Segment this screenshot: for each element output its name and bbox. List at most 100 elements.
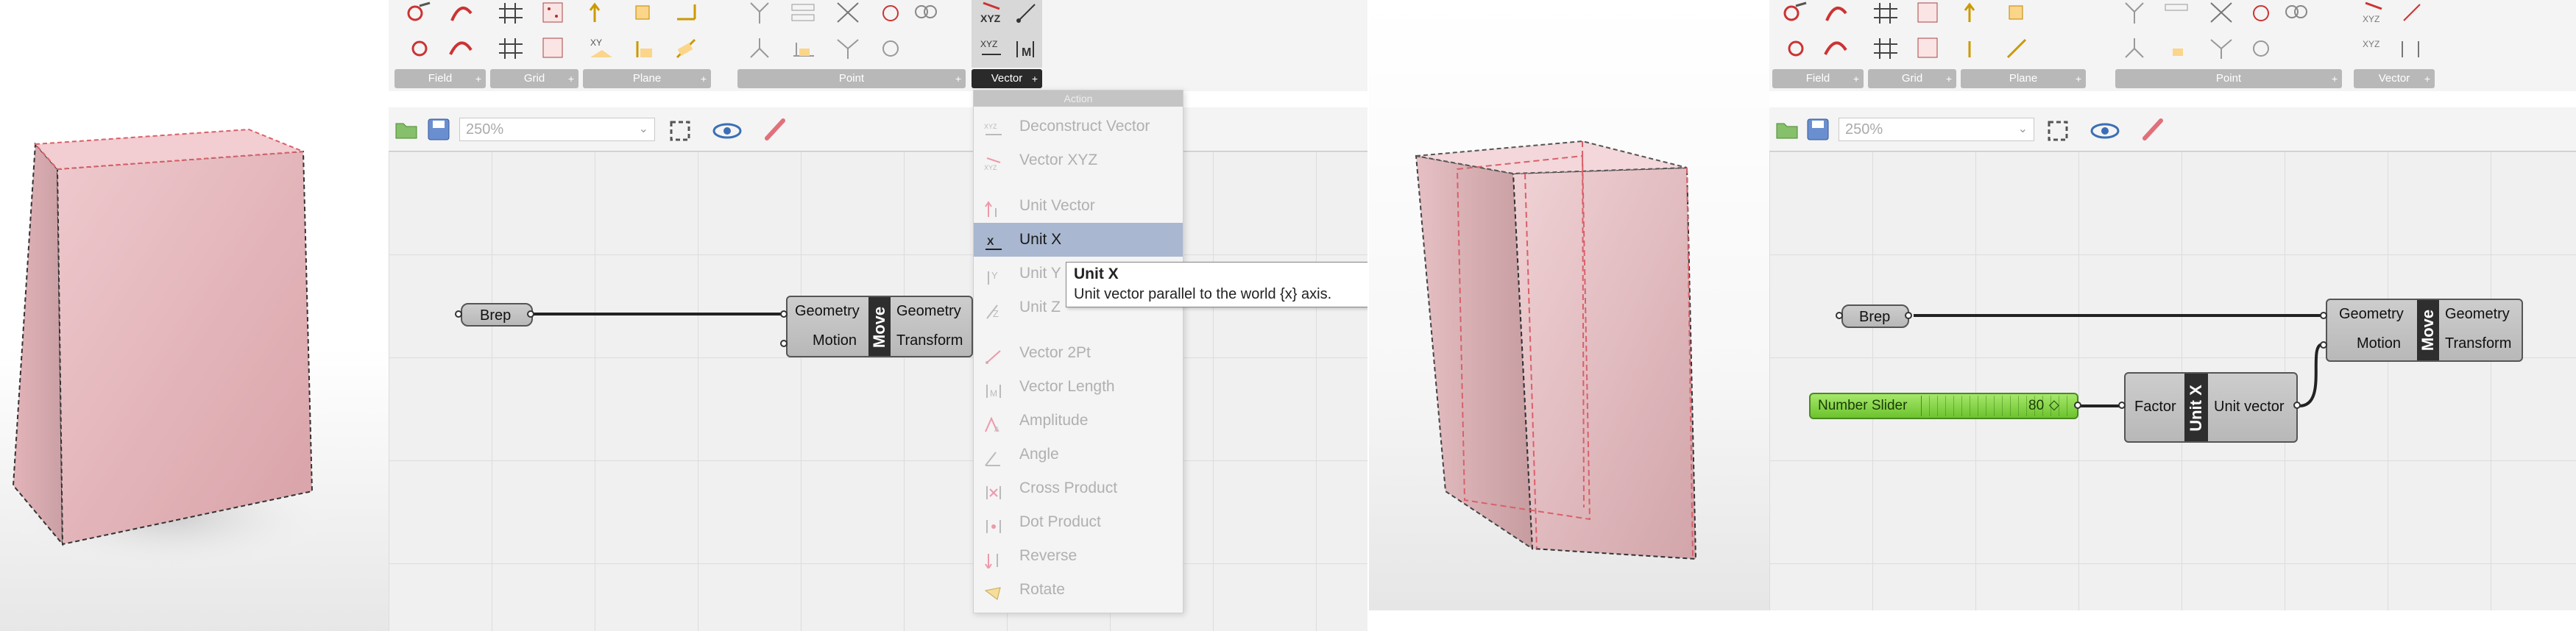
- point-cloud-icon[interactable]: [2207, 0, 2236, 25]
- plane-origin-icon[interactable]: [630, 0, 659, 25]
- point-list-icon[interactable]: [2162, 0, 2192, 25]
- tab-vector[interactable]: Vector +: [972, 69, 1042, 88]
- unit-x-factor-port[interactable]: [2118, 402, 2126, 409]
- point-group-icon[interactable]: [2120, 35, 2149, 60]
- unit-x-node[interactable]: Factor Unit X Unit vector: [2124, 372, 2298, 443]
- brep-output-port[interactable]: [1905, 312, 1912, 319]
- tab-point[interactable]: Point +: [2115, 69, 2342, 88]
- point-cloud-icon[interactable]: [833, 0, 863, 25]
- vector-xyz-icon[interactable]: XYZ: [2360, 0, 2389, 25]
- point-cull-icon[interactable]: [911, 0, 941, 25]
- point-polar-icon[interactable]: [2162, 35, 2192, 60]
- field-point-icon[interactable]: [1781, 35, 1811, 60]
- field-spin-icon[interactable]: [1821, 35, 1850, 60]
- brep-input-port[interactable]: [455, 310, 462, 318]
- preview-eye-icon[interactable]: [712, 118, 746, 144]
- tab-field[interactable]: Field +: [394, 69, 486, 88]
- grid-hex-icon[interactable]: [1872, 35, 1902, 60]
- slider-grip-icon[interactable]: ◇: [2049, 397, 2059, 413]
- slider-output-port[interactable]: [2074, 402, 2081, 409]
- field-line-icon[interactable]: [1821, 0, 1850, 25]
- vector-deconstruct-icon[interactable]: XYZ: [977, 35, 1007, 60]
- menu-item-vector-length[interactable]: M Vector Length: [974, 370, 1183, 404]
- left-canvas[interactable]: Brep Geometry Motion Move Geometry Trans…: [389, 151, 1367, 631]
- tab-vector[interactable]: Vector +: [2354, 69, 2435, 88]
- sketch-pen-icon[interactable]: [2140, 116, 2167, 143]
- plane-normal-icon[interactable]: [1962, 35, 1992, 60]
- move-motion-input-port[interactable]: [2320, 341, 2327, 349]
- menu-item-deconstruct-vector[interactable]: XYZ Deconstruct Vector: [974, 110, 1183, 143]
- tab-plane[interactable]: Plane +: [1961, 69, 2086, 88]
- plane-origin-icon[interactable]: [2003, 0, 2033, 25]
- tab-plane[interactable]: Plane +: [583, 69, 711, 88]
- tab-grid[interactable]: Grid +: [490, 69, 578, 88]
- open-file-icon[interactable]: [393, 116, 420, 143]
- grid-populate-icon[interactable]: [1914, 0, 1943, 25]
- point-closest-icon[interactable]: [2207, 35, 2236, 60]
- grid-hex-icon[interactable]: [498, 35, 527, 60]
- point-closest-icon[interactable]: [833, 35, 863, 60]
- plane-offset-icon[interactable]: [2003, 35, 2033, 60]
- point-attractor-icon[interactable]: [2248, 0, 2277, 25]
- right-canvas[interactable]: Brep Geometry Motion Move Geometry Trans…: [1769, 151, 2576, 610]
- tab-grid[interactable]: Grid +: [1868, 69, 1956, 88]
- grid-radial-icon[interactable]: [1914, 35, 1943, 60]
- plane-offset-icon[interactable]: [630, 35, 659, 60]
- point-sort-icon[interactable]: [2248, 35, 2277, 60]
- menu-item-vector-xyz[interactable]: XYZ Vector XYZ: [974, 143, 1183, 177]
- open-file-icon[interactable]: [1774, 116, 1800, 143]
- preview-eye-icon[interactable]: [2090, 118, 2124, 144]
- menu-item-vector-2pt[interactable]: Vector 2Pt: [974, 336, 1183, 370]
- plane-xy-icon[interactable]: XY: [587, 35, 617, 60]
- zoom-select[interactable]: 250% ⌄: [459, 118, 655, 141]
- field-icon[interactable]: [405, 0, 434, 25]
- menu-item-unit-vector[interactable]: Unit Vector: [974, 189, 1183, 223]
- menu-item-amplitude[interactable]: A Amplitude: [974, 404, 1183, 438]
- plane-normal-icon[interactable]: [673, 0, 702, 25]
- field-icon[interactable]: [1781, 0, 1811, 25]
- vector-length-icon[interactable]: [2396, 35, 2426, 60]
- point-sort-icon[interactable]: [877, 35, 907, 60]
- zoom-extents-icon[interactable]: [667, 118, 693, 144]
- plane-adjust-icon[interactable]: [673, 35, 702, 60]
- vector-xyz-icon[interactable]: XYZ: [977, 0, 1007, 25]
- move-geometry-input-port[interactable]: [780, 310, 788, 318]
- vector-2pt-icon[interactable]: [2396, 0, 2426, 25]
- tab-field[interactable]: Field +: [1772, 69, 1864, 88]
- point-tree-icon[interactable]: [2120, 0, 2149, 25]
- brep-node[interactable]: Brep: [461, 303, 533, 327]
- menu-item-angle[interactable]: Angle: [974, 438, 1183, 471]
- right-viewport[interactable]: [1369, 0, 1769, 610]
- tab-point[interactable]: Point +: [737, 69, 966, 88]
- grid-populate-icon[interactable]: [539, 0, 568, 25]
- brep-output-port[interactable]: [527, 310, 534, 318]
- point-attractor-icon[interactable]: [877, 0, 907, 25]
- grid-square-icon[interactable]: [1872, 0, 1902, 25]
- move-node[interactable]: Geometry Motion Move Geometry Transform: [786, 296, 973, 357]
- grid-radial-icon[interactable]: [539, 35, 568, 60]
- move-geometry-input-port[interactable]: [2320, 312, 2327, 319]
- number-slider[interactable]: Number Slider 80 ◇: [1809, 393, 2078, 419]
- move-motion-input-port[interactable]: [780, 340, 788, 347]
- point-cull-icon[interactable]: [2282, 0, 2311, 25]
- field-point-icon[interactable]: [405, 35, 434, 60]
- menu-item-dot-product[interactable]: Dot Product: [974, 505, 1183, 539]
- save-file-icon[interactable]: [1805, 116, 1831, 143]
- left-viewport[interactable]: [0, 0, 389, 631]
- point-list-icon[interactable]: [789, 0, 818, 25]
- unit-x-output-port[interactable]: [2293, 402, 2301, 409]
- point-group-icon[interactable]: [745, 35, 774, 60]
- vector-length-icon[interactable]: M: [1011, 35, 1041, 60]
- menu-item-reverse[interactable]: Reverse: [974, 539, 1183, 573]
- brep-input-port[interactable]: [1836, 312, 1843, 319]
- sketch-pen-icon[interactable]: [762, 116, 789, 143]
- point-tree-icon[interactable]: [745, 0, 774, 25]
- zoom-extents-icon[interactable]: [2045, 118, 2071, 144]
- field-spin-icon[interactable]: [446, 35, 475, 60]
- plane-icon[interactable]: [587, 0, 617, 25]
- point-polar-icon[interactable]: [789, 35, 818, 60]
- vector-deconstruct-icon[interactable]: XYZ: [2360, 35, 2389, 60]
- menu-item-unit-x[interactable]: X Unit X: [974, 223, 1183, 257]
- save-file-icon[interactable]: [425, 116, 452, 143]
- menu-item-cross-product[interactable]: Cross Product: [974, 471, 1183, 505]
